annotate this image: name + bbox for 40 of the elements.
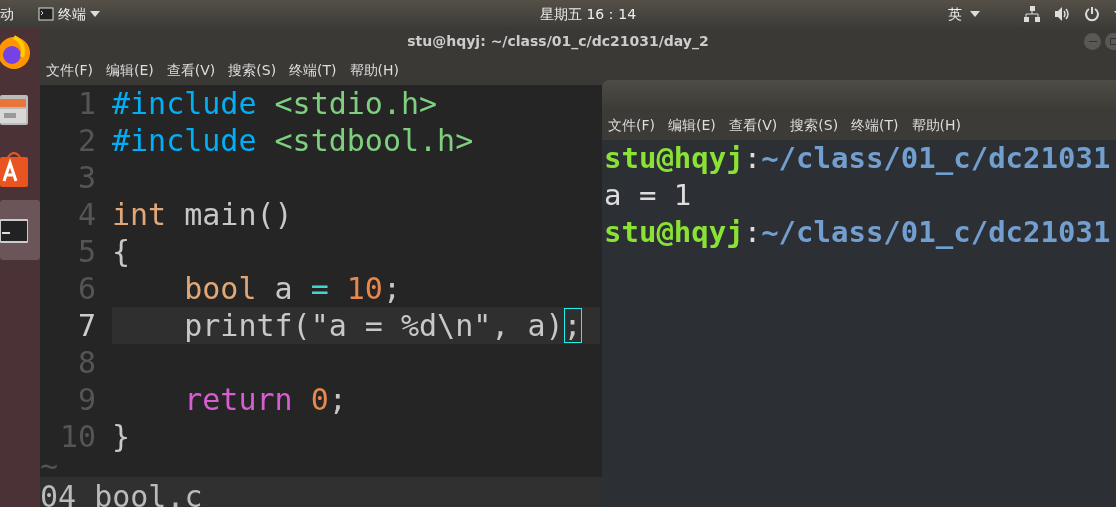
line-number: 7 [76, 307, 96, 344]
menu-item[interactable]: 查看(V) [166, 59, 216, 81]
maximize-icon [1109, 38, 1116, 45]
code-line: return 0; [183, 381, 347, 418]
code-line: } [112, 418, 131, 455]
shopping-bag-icon [0, 151, 30, 189]
code-line: #include <stdio.h> [112, 85, 438, 122]
browser-icon [0, 33, 30, 71]
code-line: #include <stdbool.h> [112, 122, 474, 159]
power-icon[interactable] [1084, 6, 1100, 22]
empty-line-marker: ~ [40, 455, 60, 477]
menu-item[interactable]: 帮助(H) [349, 59, 400, 81]
minimize-icon [1088, 40, 1097, 43]
app-menu[interactable]: 终端 [38, 3, 100, 25]
code-line: bool a = 10; [183, 270, 401, 307]
clock[interactable]: 星期五 16：14 [540, 3, 637, 25]
menu-item[interactable]: 终端(T) [851, 114, 899, 136]
code-line: int main() [112, 196, 293, 233]
terminal-line: stu@hqyj:~/class/01_c/dc21031 [603, 140, 1112, 177]
dock-item[interactable] [0, 200, 40, 260]
menu-item[interactable]: 终端(T) [289, 59, 337, 81]
network-icon[interactable] [1024, 6, 1040, 22]
volume-icon[interactable] [1054, 6, 1070, 22]
menu-item[interactable]: 编辑(E) [106, 59, 154, 81]
activities-button[interactable]: 动 [0, 3, 14, 25]
terminal-line: stu@hqyj:~/class/01_c/dc21031 [603, 214, 1112, 251]
code-line: { [112, 233, 131, 270]
menu-item[interactable]: 帮助(H) [911, 114, 962, 136]
caret-icon [90, 11, 100, 17]
menu-item[interactable]: 编辑(E) [668, 114, 716, 136]
menu-item[interactable]: 查看(V) [728, 114, 778, 136]
menu-item[interactable]: 文件(F) [608, 114, 655, 136]
menu-item[interactable]: 搜索(S) [790, 114, 839, 136]
window-title: stu@hqyj: ~/class/01_c/dc21031/day_2 [407, 32, 709, 52]
input-method-menu[interactable]: 英 [948, 3, 980, 25]
terminal-line: a = 1 [603, 177, 693, 214]
terminal-icon [38, 7, 54, 21]
caret-icon [970, 11, 980, 17]
menu-item[interactable]: 搜索(S) [228, 59, 277, 81]
menu-item[interactable]: 文件(F) [46, 59, 93, 81]
